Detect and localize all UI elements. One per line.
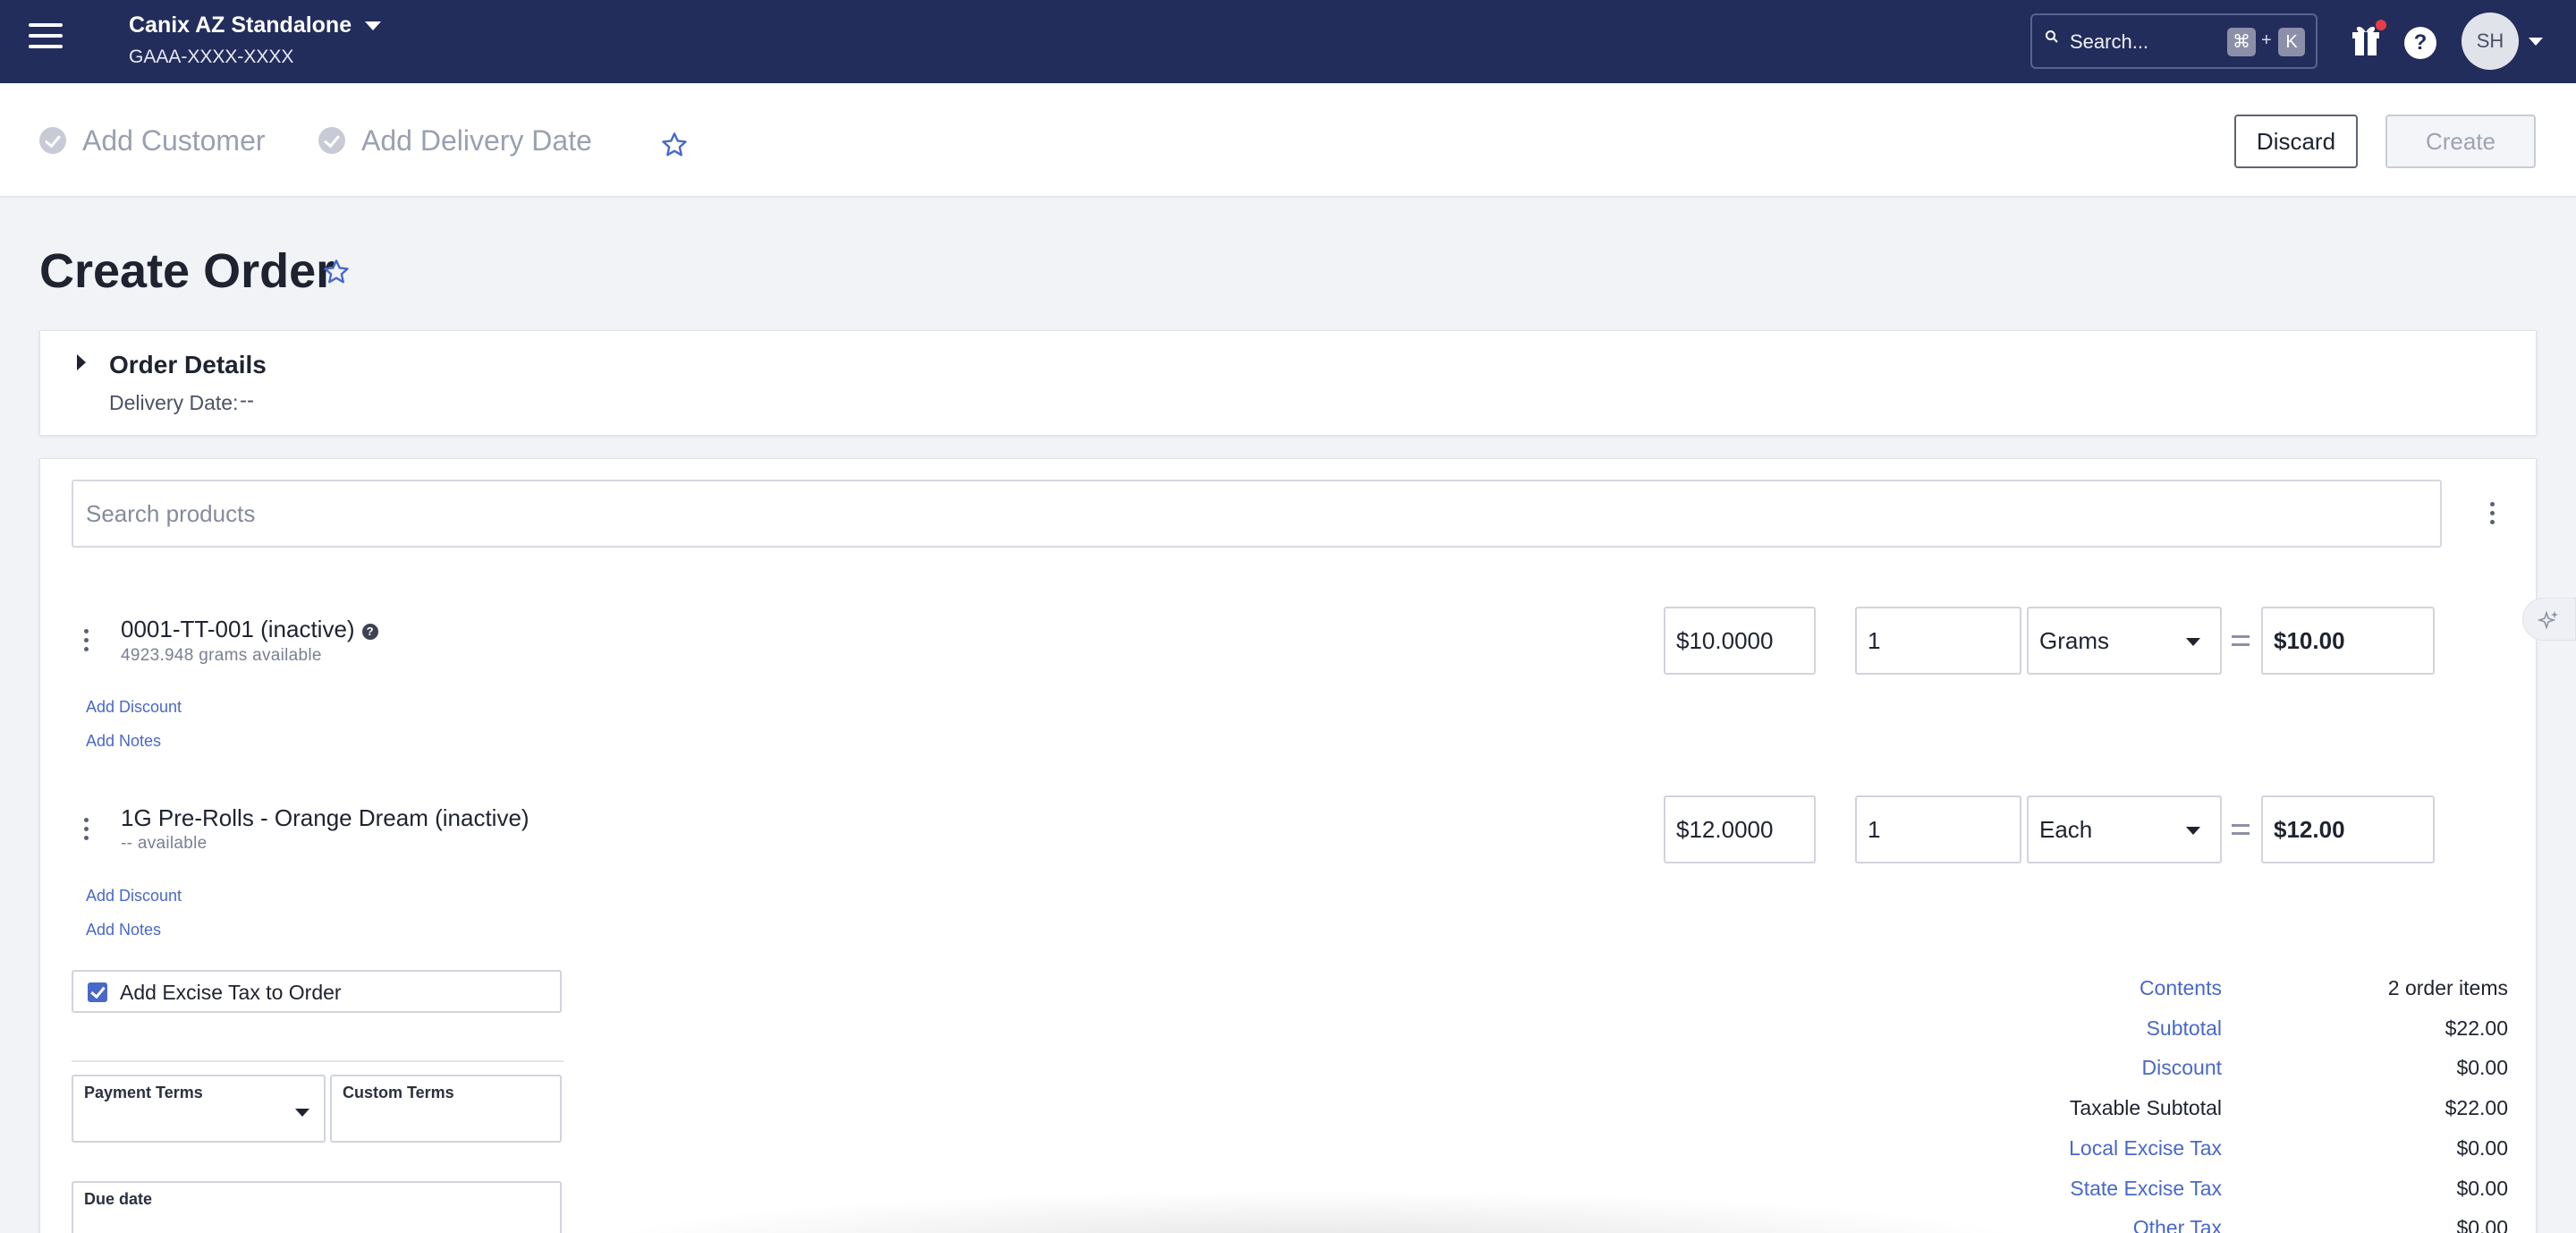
summary-state-excise-tax-label[interactable]: State Excise Tax	[2070, 1177, 2222, 1201]
create-button[interactable]: Create	[2385, 115, 2536, 168]
quantity-input[interactable]	[1855, 795, 2021, 863]
ai-assistant-button[interactable]	[2522, 598, 2576, 641]
unit-price-input[interactable]	[1664, 607, 1816, 675]
shortcut-cmd-key: ⌘	[2227, 28, 2256, 56]
add-notes-link[interactable]: Add Notes	[86, 921, 161, 940]
delivery-date-label: Delivery Date:	[109, 391, 239, 414]
notification-dot	[2376, 20, 2386, 30]
summary-taxable-subtotal-label: Taxable Subtotal	[2069, 1096, 2222, 1119]
summary-contents-label[interactable]: Contents	[2140, 976, 2222, 1000]
line-item-name: 0001-TT-001 (inactive)?	[121, 616, 378, 643]
excise-tax-toggle[interactable]: Add Excise Tax to Order	[72, 970, 562, 1013]
order-details-card	[39, 330, 2537, 436]
payment-terms-select[interactable]: Payment Terms	[72, 1075, 326, 1143]
step-add-delivery-date[interactable]: Add Delivery Date	[318, 123, 592, 158]
top-navigation-bar: Canix AZ Standalone GAAA-XXXX-XXXX Searc…	[0, 0, 2576, 83]
custom-terms-label: Custom Terms	[343, 1084, 454, 1101]
more-options-icon[interactable]	[2487, 502, 2497, 529]
line-item-name: 1G Pre-Rolls - Orange Dream (inactive)	[121, 804, 530, 831]
excise-tax-checkbox[interactable]	[88, 982, 107, 1002]
expand-triangle-icon[interactable]	[77, 354, 86, 370]
excise-tax-label: Add Excise Tax to Order	[120, 981, 342, 1004]
discard-button[interactable]: Discard	[2234, 115, 2358, 168]
step-add-delivery-date-label: Add Delivery Date	[361, 123, 592, 157]
step-add-customer[interactable]: Add Customer	[39, 123, 266, 158]
check-circle-icon	[39, 127, 66, 154]
payment-terms-label: Payment Terms	[84, 1084, 203, 1101]
summary-subtotal-value: $22.00	[2445, 1016, 2508, 1040]
summary-other-tax-value: $0.00	[2456, 1216, 2508, 1233]
equals-icon	[2232, 635, 2250, 646]
search-label: Search...	[2070, 30, 2149, 53]
favorite-star-icon[interactable]	[322, 258, 351, 286]
add-discount-link[interactable]: Add Discount	[86, 698, 182, 717]
bottom-shadow	[590, 1190, 2039, 1233]
help-question-icon[interactable]: ?	[361, 624, 378, 640]
summary-other-tax-label[interactable]: Other Tax	[2133, 1216, 2222, 1233]
avatar-dropdown-icon[interactable]	[2529, 38, 2543, 46]
shortcut-k-key: K	[2278, 28, 2305, 56]
delivery-date-value: --	[240, 388, 254, 412]
caret-down-icon	[2186, 638, 2200, 646]
sparkle-icon	[2538, 610, 2558, 630]
license-number: GAAA-XXXX-XXXX	[129, 47, 294, 67]
caret-down-icon	[295, 1109, 309, 1117]
unit-price-input[interactable]	[1664, 795, 1816, 863]
line-item-availability: 4923.948 grams available	[121, 646, 322, 665]
item-drag-handle-icon[interactable]	[80, 629, 91, 656]
line-total-input[interactable]	[2261, 795, 2435, 863]
product-search-input[interactable]	[72, 480, 2442, 548]
quantity-input[interactable]	[1855, 607, 2021, 675]
caret-down-icon	[2186, 827, 2200, 835]
line-item-availability: -- available	[121, 834, 208, 853]
equals-icon	[2232, 824, 2250, 835]
order-details-title[interactable]: Order Details	[109, 351, 267, 379]
summary-state-excise-tax-value: $0.00	[2456, 1177, 2508, 1200]
organization-name[interactable]: Canix AZ Standalone	[129, 13, 352, 38]
summary-local-excise-tax-value: $0.00	[2456, 1136, 2508, 1160]
summary-local-excise-tax-label[interactable]: Local Excise Tax	[2069, 1136, 2222, 1161]
unit-select[interactable]: Grams	[2027, 607, 2222, 675]
unit-select-value: Each	[2039, 816, 2093, 843]
help-icon[interactable]: ?	[2404, 27, 2436, 59]
summary-contents-value: 2 order items	[2387, 976, 2508, 999]
add-discount-link[interactable]: Add Discount	[86, 887, 182, 906]
unit-select-value: Grams	[2039, 627, 2109, 654]
divider	[72, 1060, 564, 1062]
due-date-label: Due date	[84, 1190, 153, 1208]
check-circle-icon	[318, 127, 345, 154]
summary-taxable-subtotal-value: $22.00	[2445, 1096, 2508, 1119]
summary-discount-label[interactable]: Discount	[2142, 1056, 2222, 1080]
order-steps-bar: Add Customer Add Delivery Date Discard C…	[0, 83, 2576, 198]
avatar[interactable]: SH	[2462, 13, 2519, 70]
global-search[interactable]: Search... ⌘ + K	[2030, 13, 2318, 69]
summary-discount-value: $0.00	[2456, 1056, 2508, 1079]
page-title: Create Order	[39, 244, 335, 298]
step-add-customer-label: Add Customer	[82, 123, 266, 157]
star-icon[interactable]	[660, 131, 689, 159]
add-notes-link[interactable]: Add Notes	[86, 732, 161, 751]
custom-terms-input[interactable]: Custom Terms	[330, 1075, 562, 1143]
shortcut-plus: +	[2261, 30, 2272, 50]
summary-subtotal-label[interactable]: Subtotal	[2147, 1016, 2222, 1041]
unit-select[interactable]: Each	[2027, 795, 2222, 863]
organization-dropdown-icon[interactable]	[365, 21, 381, 30]
due-date-input[interactable]: Due date	[72, 1181, 562, 1233]
line-total-input[interactable]	[2261, 607, 2435, 675]
item-drag-handle-icon[interactable]	[80, 818, 91, 845]
menu-icon[interactable]	[29, 23, 63, 59]
search-icon	[2046, 30, 2058, 43]
